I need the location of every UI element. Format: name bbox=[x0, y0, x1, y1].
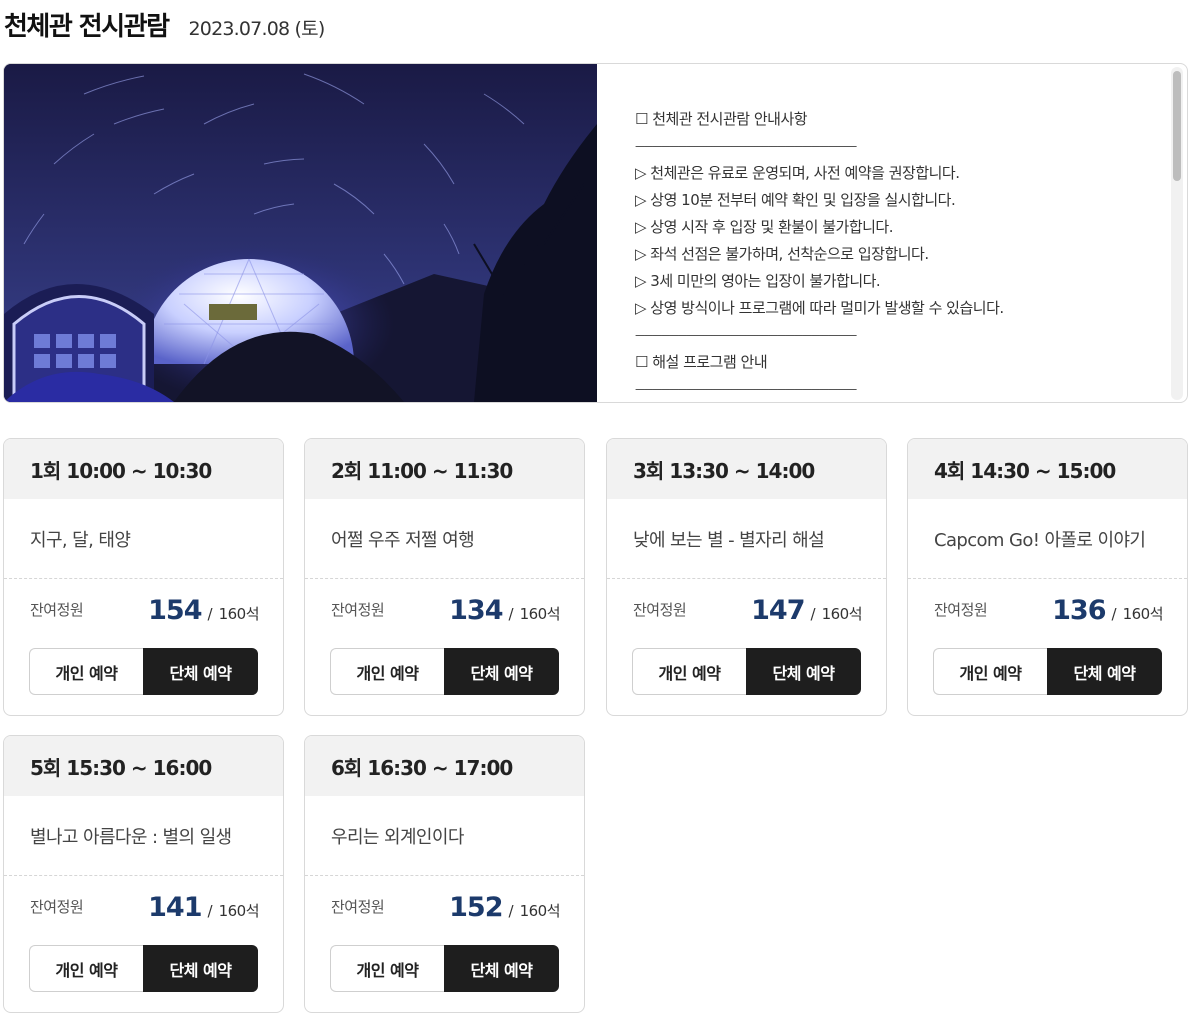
session-program: 우리는 외계인이다 bbox=[305, 796, 584, 876]
individual-reservation-button[interactable]: 개인 예약 bbox=[330, 945, 444, 992]
seats-label: 잔여정원 bbox=[30, 898, 84, 916]
group-reservation-button[interactable]: 단체 예약 bbox=[444, 648, 559, 695]
session-program: 낮에 보는 별 - 별자리 해설 bbox=[607, 499, 886, 579]
session-program: 지구, 달, 태양 bbox=[4, 499, 283, 579]
group-reservation-button[interactable]: 단체 예약 bbox=[143, 945, 258, 992]
individual-reservation-button[interactable]: 개인 예약 bbox=[29, 945, 143, 992]
seats-total: 160석 bbox=[519, 902, 561, 920]
notice-line: ▷ 좌석 선점은 불가하며, 선착순으로 입장합니다. bbox=[635, 245, 929, 263]
seats-separator: / bbox=[1111, 605, 1117, 623]
individual-reservation-button[interactable]: 개인 예약 bbox=[29, 648, 143, 695]
reservation-buttons: 개인 예약 단체 예약 bbox=[933, 648, 1162, 695]
page-date: 2023.07.08 (토) bbox=[188, 18, 326, 40]
session-program: 어쩔 우주 저쩔 여행 bbox=[305, 499, 584, 579]
seats-info: 잔여정원 152 / 160석 bbox=[305, 876, 584, 944]
session-card: 2회 11:00 ~ 11:30 어쩔 우주 저쩔 여행 잔여정원 134 / … bbox=[304, 438, 585, 716]
seats-remaining: 141 bbox=[148, 892, 202, 923]
seats-value: 154 / 160석 bbox=[148, 595, 259, 626]
hero-panel: ☐ 천체관 전시관람 안내사항 ------------------------… bbox=[3, 63, 1188, 403]
seats-remaining: 152 bbox=[449, 892, 503, 923]
session-program: 별나고 아름다운 : 별의 일생 bbox=[4, 796, 283, 876]
seats-value: 136 / 160석 bbox=[1052, 595, 1163, 626]
seats-info: 잔여정원 134 / 160석 bbox=[305, 579, 584, 647]
seats-label: 잔여정원 bbox=[633, 601, 687, 619]
seats-separator: / bbox=[207, 902, 213, 920]
page-title: 천체관 전시관람 bbox=[4, 12, 170, 42]
seats-label: 잔여정원 bbox=[331, 898, 385, 916]
reservation-buttons: 개인 예약 단체 예약 bbox=[29, 648, 258, 695]
session-time: 4회 14:30 ~ 15:00 bbox=[908, 439, 1187, 499]
seats-info: 잔여정원 141 / 160석 bbox=[4, 876, 283, 944]
planetarium-photo bbox=[4, 64, 597, 402]
group-reservation-button[interactable]: 단체 예약 bbox=[1047, 648, 1162, 695]
individual-reservation-button[interactable]: 개인 예약 bbox=[632, 648, 746, 695]
notice-line: ▷ 상영 10분 전부터 예약 확인 및 입장을 실시합니다. bbox=[635, 191, 956, 209]
notice-line: ▷ 상영 시작 후 입장 및 환불이 불가합니다. bbox=[635, 218, 893, 236]
notice-divider: ----------------------------------------… bbox=[635, 139, 857, 153]
seats-value: 134 / 160석 bbox=[449, 595, 560, 626]
seats-separator: / bbox=[508, 605, 514, 623]
group-reservation-button[interactable]: 단체 예약 bbox=[746, 648, 861, 695]
scrollbar-thumb[interactable] bbox=[1173, 71, 1181, 181]
session-card: 4회 14:30 ~ 15:00 Capcom Go! 아폴로 이야기 잔여정원… bbox=[907, 438, 1188, 716]
notice-line: ☐ 해설 프로그램 안내 bbox=[635, 353, 768, 371]
seats-info: 잔여정원 136 / 160석 bbox=[908, 579, 1187, 647]
session-time: 2회 11:00 ~ 11:30 bbox=[305, 439, 584, 499]
individual-reservation-button[interactable]: 개인 예약 bbox=[330, 648, 444, 695]
individual-reservation-button[interactable]: 개인 예약 bbox=[933, 648, 1047, 695]
seats-remaining: 134 bbox=[449, 595, 503, 626]
seats-value: 141 / 160석 bbox=[148, 892, 259, 923]
seats-total: 160석 bbox=[218, 605, 260, 623]
seats-info: 잔여정원 147 / 160석 bbox=[607, 579, 886, 647]
session-time: 1회 10:00 ~ 10:30 bbox=[4, 439, 283, 499]
notice-divider: ----------------------------------------… bbox=[635, 382, 857, 396]
group-reservation-button[interactable]: 단체 예약 bbox=[143, 648, 258, 695]
seats-remaining: 136 bbox=[1052, 595, 1106, 626]
session-time: 6회 16:30 ~ 17:00 bbox=[305, 736, 584, 796]
seats-label: 잔여정원 bbox=[331, 601, 385, 619]
notice-line: ☐ 천체관 전시관람 안내사항 bbox=[635, 110, 808, 128]
notice-panel[interactable]: ☐ 천체관 전시관람 안내사항 ------------------------… bbox=[597, 64, 1172, 402]
seats-total: 160석 bbox=[218, 902, 260, 920]
seats-total: 160석 bbox=[519, 605, 561, 623]
seats-total: 160석 bbox=[821, 605, 863, 623]
notice-line: ▷ 3세 미만의 영아는 입장이 불가합니다. bbox=[635, 272, 881, 290]
session-program: Capcom Go! 아폴로 이야기 bbox=[908, 499, 1187, 579]
notice-scrollbar[interactable] bbox=[1171, 67, 1183, 400]
page-header: 천체관 전시관람 2023.07.08 (토) bbox=[4, 6, 326, 42]
session-card: 3회 13:30 ~ 14:00 낮에 보는 별 - 별자리 해설 잔여정원 1… bbox=[606, 438, 887, 716]
session-time: 3회 13:30 ~ 14:00 bbox=[607, 439, 886, 499]
seats-separator: / bbox=[508, 902, 514, 920]
seats-value: 152 / 160석 bbox=[449, 892, 560, 923]
reservation-buttons: 개인 예약 단체 예약 bbox=[330, 648, 559, 695]
seats-total: 160석 bbox=[1122, 605, 1164, 623]
seats-label: 잔여정원 bbox=[934, 601, 988, 619]
seats-label: 잔여정원 bbox=[30, 601, 84, 619]
reservation-buttons: 개인 예약 단체 예약 bbox=[330, 945, 559, 992]
session-card: 5회 15:30 ~ 16:00 별나고 아름다운 : 별의 일생 잔여정원 1… bbox=[3, 735, 284, 1013]
seats-remaining: 147 bbox=[751, 595, 805, 626]
seats-separator: / bbox=[810, 605, 816, 623]
seats-value: 147 / 160석 bbox=[751, 595, 862, 626]
notice-line: ▷ 상영 방식이나 프로그램에 따라 멀미가 발생할 수 있습니다. bbox=[635, 299, 1004, 317]
reservation-buttons: 개인 예약 단체 예약 bbox=[632, 648, 861, 695]
seats-remaining: 154 bbox=[148, 595, 202, 626]
group-reservation-button[interactable]: 단체 예약 bbox=[444, 945, 559, 992]
seats-info: 잔여정원 154 / 160석 bbox=[4, 579, 283, 647]
session-card: 1회 10:00 ~ 10:30 지구, 달, 태양 잔여정원 154 / 16… bbox=[3, 438, 284, 716]
session-time: 5회 15:30 ~ 16:00 bbox=[4, 736, 283, 796]
notice-divider: ----------------------------------------… bbox=[635, 328, 857, 342]
reservation-buttons: 개인 예약 단체 예약 bbox=[29, 945, 258, 992]
seats-separator: / bbox=[207, 605, 213, 623]
notice-line: ▷ 천체관은 유료로 운영되며, 사전 예약을 권장합니다. bbox=[635, 164, 960, 182]
session-card: 6회 16:30 ~ 17:00 우리는 외계인이다 잔여정원 152 / 16… bbox=[304, 735, 585, 1013]
